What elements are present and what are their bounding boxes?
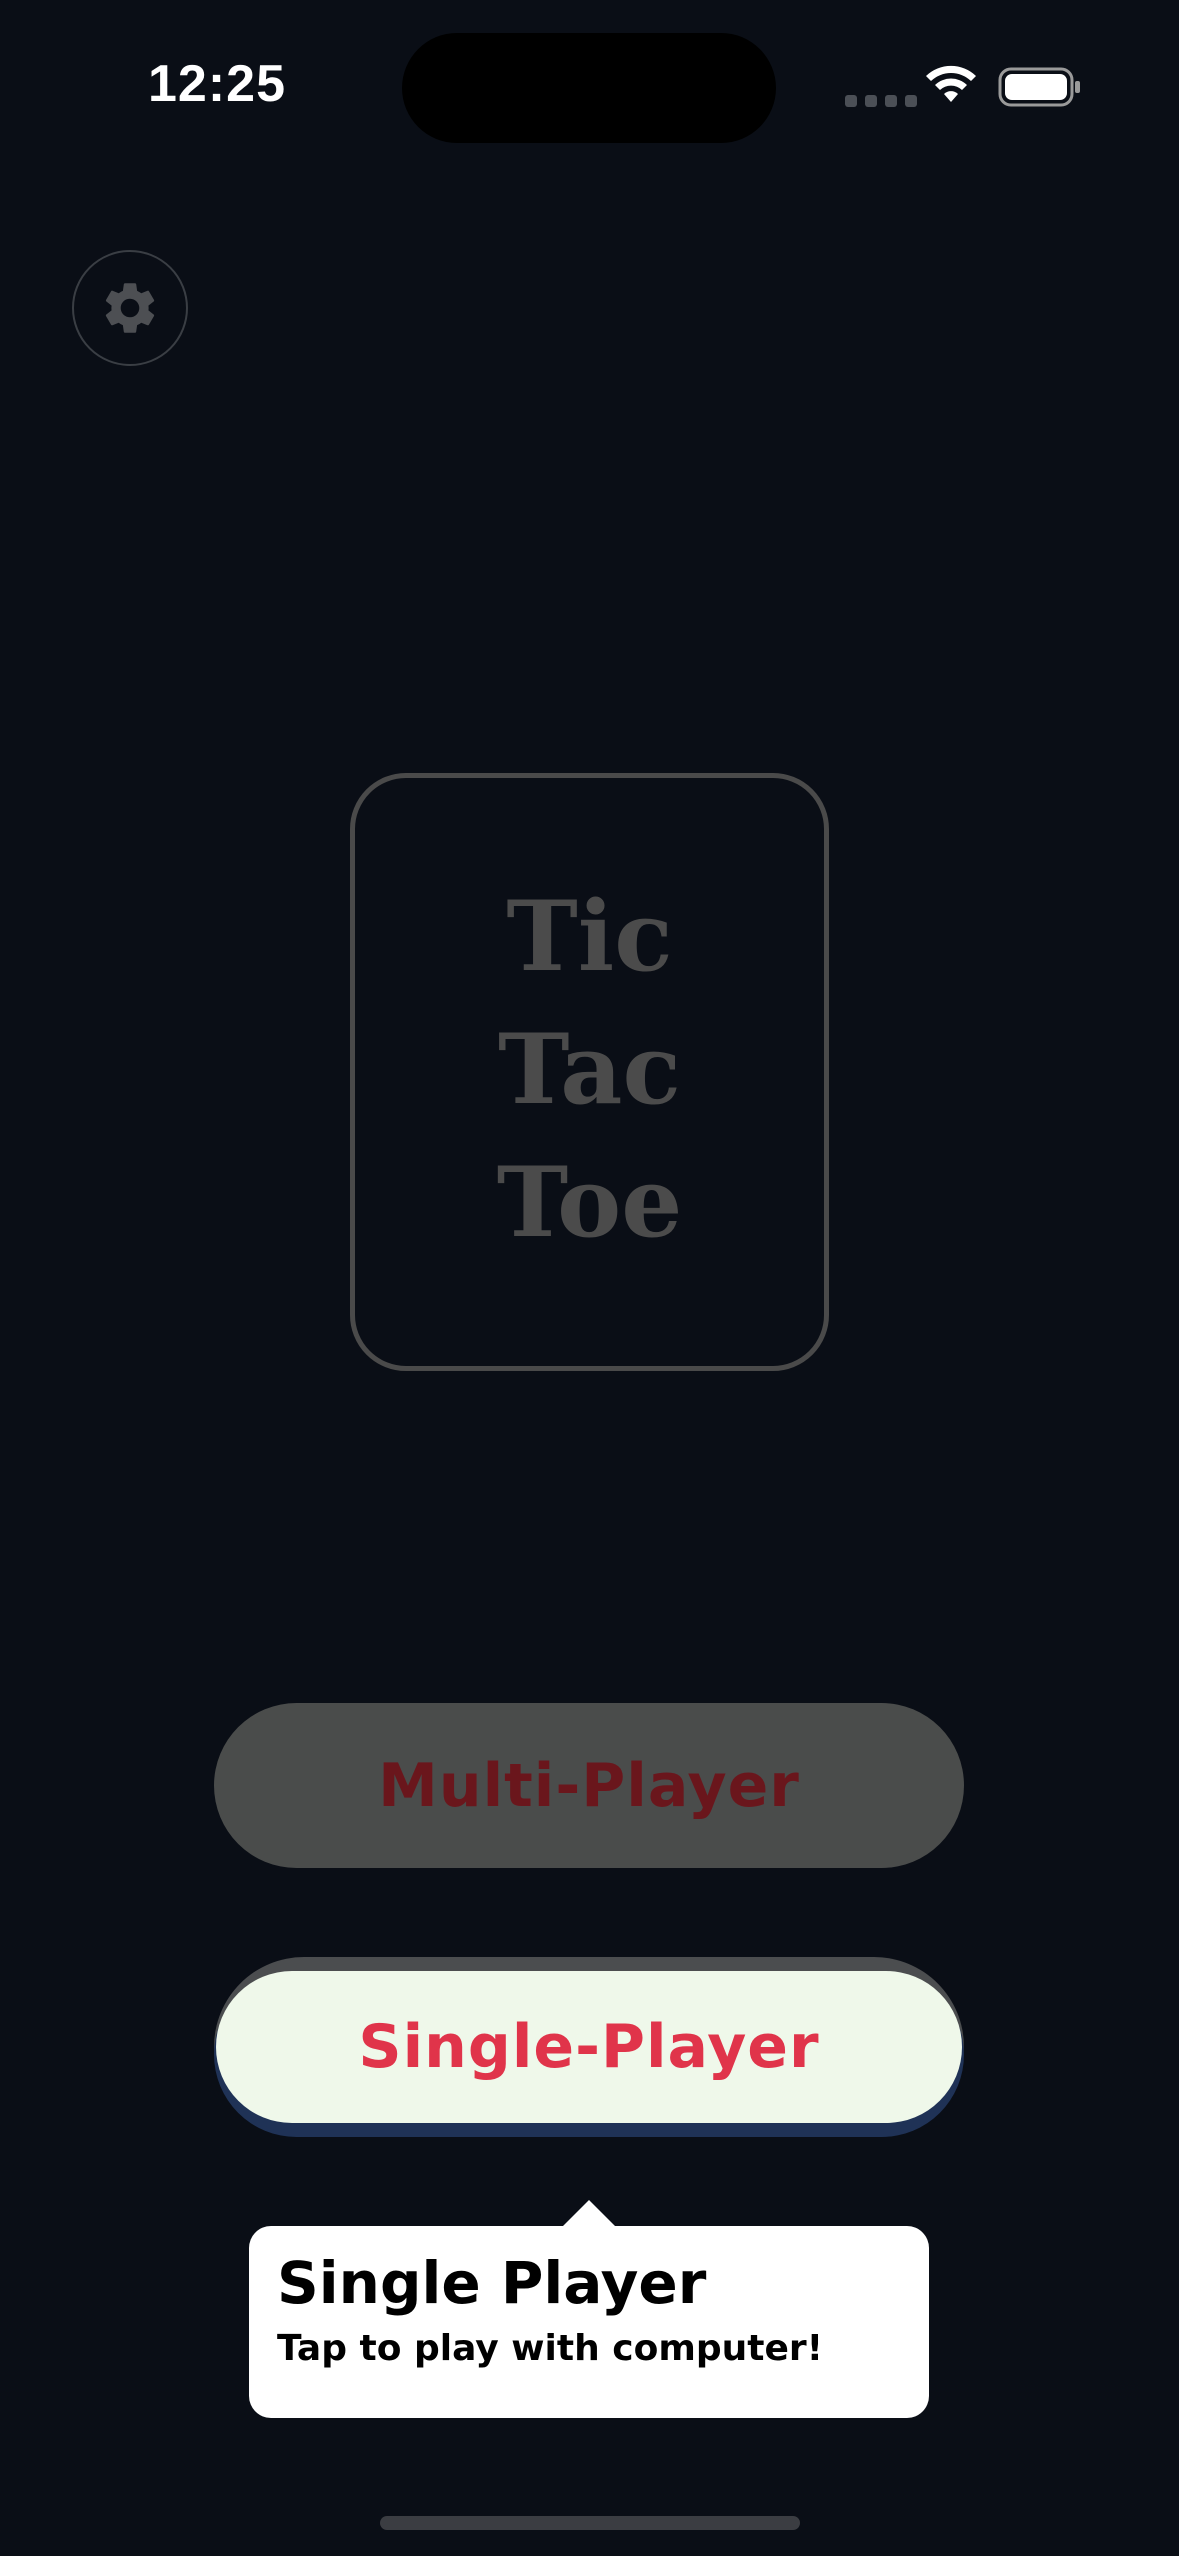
dynamic-island <box>402 33 776 143</box>
logo-line-toe: Toe <box>496 1146 683 1259</box>
single-player-label: Single-Player <box>358 2012 820 2082</box>
logo-card: Tic Tac Toe <box>350 773 829 1371</box>
tooltip-arrow <box>562 2200 616 2227</box>
logo-line-tac: Tac <box>498 1013 681 1126</box>
tooltip-title: Single Player <box>277 2249 707 2317</box>
gear-icon <box>105 283 155 333</box>
multi-player-label: Multi-Player <box>378 1750 800 1821</box>
single-player-button[interactable]: Single-Player <box>216 1971 962 2123</box>
home-indicator[interactable] <box>380 2516 800 2530</box>
tooltip-subtitle: Tap to play with computer! <box>277 2327 824 2369</box>
battery-icon <box>998 67 1080 107</box>
logo-line-tic: Tic <box>506 880 673 993</box>
cellular-signal-icon <box>845 95 917 107</box>
status-time: 12:25 <box>148 55 286 113</box>
multi-player-button[interactable]: Multi-Player <box>214 1703 964 1868</box>
wifi-icon <box>926 65 976 102</box>
settings-button[interactable] <box>72 250 188 366</box>
single-player-tooltip: Single Player Tap to play with computer! <box>249 2226 929 2418</box>
